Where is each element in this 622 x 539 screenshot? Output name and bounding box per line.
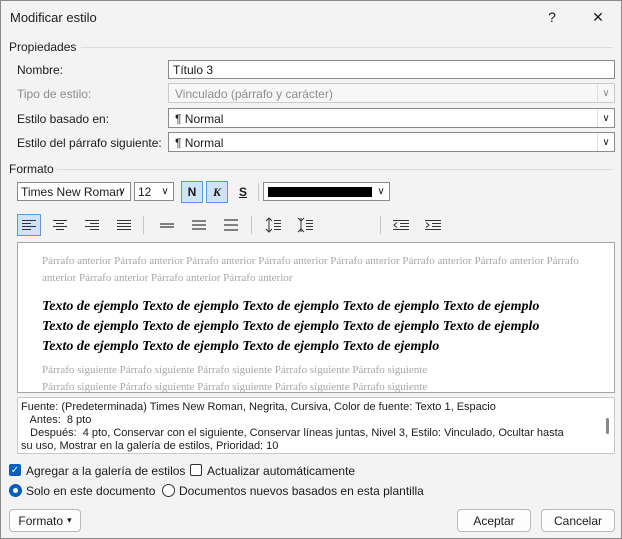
- chevron-down-icon[interactable]: ∨: [158, 183, 172, 200]
- scrollbar-thumb[interactable]: [606, 418, 609, 434]
- format-group-label: Formato: [9, 162, 54, 176]
- preview-previous-paragraph: Párrafo anterior Párrafo anterior Párraf…: [42, 255, 579, 284]
- double-spacing-icon[interactable]: [219, 214, 243, 236]
- style-preview: Párrafo anterior Párrafo anterior Párraf…: [17, 242, 615, 393]
- style-type-select: Vinculado (párrafo y carácter) ∨: [168, 83, 615, 103]
- align-right-icon[interactable]: [80, 214, 104, 236]
- modify-style-dialog: Modificar estilo ? ✕ Propiedades Nombre:…: [0, 0, 622, 539]
- based-on-label: Estilo basado en:: [17, 112, 110, 126]
- based-on-select[interactable]: ¶ Normal ∨: [168, 108, 615, 128]
- style-description: Fuente: (Predeterminada) Times New Roman…: [17, 397, 615, 454]
- divider: [81, 47, 613, 48]
- name-value: Título 3: [173, 63, 214, 77]
- preview-next-paragraph-line: Párrafo siguiente Párrafo siguiente Párr…: [42, 364, 428, 376]
- decrease-spacing-icon[interactable]: [293, 214, 317, 236]
- italic-button[interactable]: K: [206, 181, 228, 203]
- next-paragraph-value: ¶ Normal: [175, 136, 224, 150]
- increase-spacing-icon[interactable]: [261, 214, 285, 236]
- add-to-gallery-label[interactable]: Agregar a la galería de estilos: [26, 464, 185, 478]
- help-button[interactable]: ?: [529, 1, 575, 33]
- separator: [251, 216, 252, 234]
- only-this-document-radio[interactable]: [9, 484, 22, 497]
- style-type-label: Tipo de estilo:: [17, 87, 92, 101]
- separator: [380, 216, 381, 234]
- close-button[interactable]: ✕: [575, 1, 621, 33]
- cancel-button[interactable]: Cancelar: [541, 509, 615, 532]
- sample-line: Texto de ejemplo Texto de ejemplo Texto …: [42, 319, 540, 334]
- align-center-icon[interactable]: [48, 214, 72, 236]
- bold-button[interactable]: N: [181, 181, 203, 203]
- font-size-value: 12: [138, 185, 152, 199]
- font-size-select[interactable]: 12 ∨: [134, 182, 174, 201]
- chevron-down-icon[interactable]: ∨: [597, 133, 614, 151]
- align-left-icon[interactable]: [17, 214, 41, 236]
- name-field[interactable]: Título 3: [168, 60, 615, 79]
- increase-indent-icon[interactable]: [421, 214, 445, 236]
- chevron-down-icon: ∨: [597, 84, 614, 102]
- font-name-select[interactable]: Times New Roman ∨: [17, 182, 131, 201]
- single-spacing-icon[interactable]: [155, 214, 179, 236]
- chevron-down-icon[interactable]: ∨: [374, 183, 388, 200]
- add-to-gallery-checkbox[interactable]: ✓: [9, 464, 21, 476]
- color-swatch: [268, 187, 372, 197]
- properties-group-label: Propiedades: [9, 40, 77, 54]
- auto-update-label[interactable]: Actualizar automáticamente: [207, 464, 355, 478]
- separator: [143, 216, 144, 234]
- description-line: su uso, Mostrar en la galería de estilos…: [21, 440, 279, 452]
- auto-update-checkbox[interactable]: [190, 464, 202, 476]
- separator: [258, 183, 259, 201]
- description-line: Antes: 8 pto: [21, 414, 92, 426]
- new-documents-radio[interactable]: [162, 484, 175, 497]
- format-menu-label: Formato: [18, 513, 64, 528]
- dialog-title: Modificar estilo: [10, 10, 97, 25]
- divider: [57, 169, 613, 170]
- style-type-value: Vinculado (párrafo y carácter): [175, 87, 333, 101]
- chevron-down-icon[interactable]: ∨: [597, 109, 614, 127]
- chevron-down-icon[interactable]: ∨: [115, 183, 129, 200]
- decrease-indent-icon[interactable]: [389, 214, 413, 236]
- description-line: Fuente: (Predeterminada) Times New Roman…: [21, 401, 496, 413]
- format-menu-button[interactable]: Formato ▾: [9, 509, 81, 532]
- title-bar: Modificar estilo ? ✕: [1, 1, 621, 33]
- font-name-value: Times New Roman: [21, 185, 123, 199]
- scrollbar[interactable]: [600, 398, 614, 453]
- caret-down-icon: ▾: [67, 515, 72, 525]
- only-this-document-label[interactable]: Solo en este documento: [26, 484, 155, 498]
- based-on-value: ¶ Normal: [175, 112, 224, 126]
- new-documents-label[interactable]: Documentos nuevos basados en esta planti…: [179, 484, 424, 498]
- name-label: Nombre:: [17, 63, 64, 77]
- one-half-spacing-icon[interactable]: [187, 214, 211, 236]
- font-color-select[interactable]: ∨: [263, 182, 390, 201]
- justify-icon[interactable]: [112, 214, 136, 236]
- underline-button[interactable]: S: [232, 181, 254, 203]
- next-paragraph-label: Estilo del párrafo siguiente:: [17, 136, 162, 150]
- preview-next-paragraph-line: Párrafo siguiente Párrafo siguiente Párr…: [42, 381, 428, 393]
- ok-button[interactable]: Aceptar: [457, 509, 531, 532]
- preview-sample-text: Texto de ejemplo Texto de ejemplo Texto …: [42, 297, 602, 357]
- sample-line: Texto de ejemplo Texto de ejemplo Texto …: [42, 299, 540, 314]
- description-line: Después: 4 pto, Conservar con el siguien…: [21, 427, 564, 439]
- next-paragraph-select[interactable]: ¶ Normal ∨: [168, 132, 615, 152]
- sample-line: Texto de ejemplo Texto de ejemplo Texto …: [42, 339, 440, 354]
